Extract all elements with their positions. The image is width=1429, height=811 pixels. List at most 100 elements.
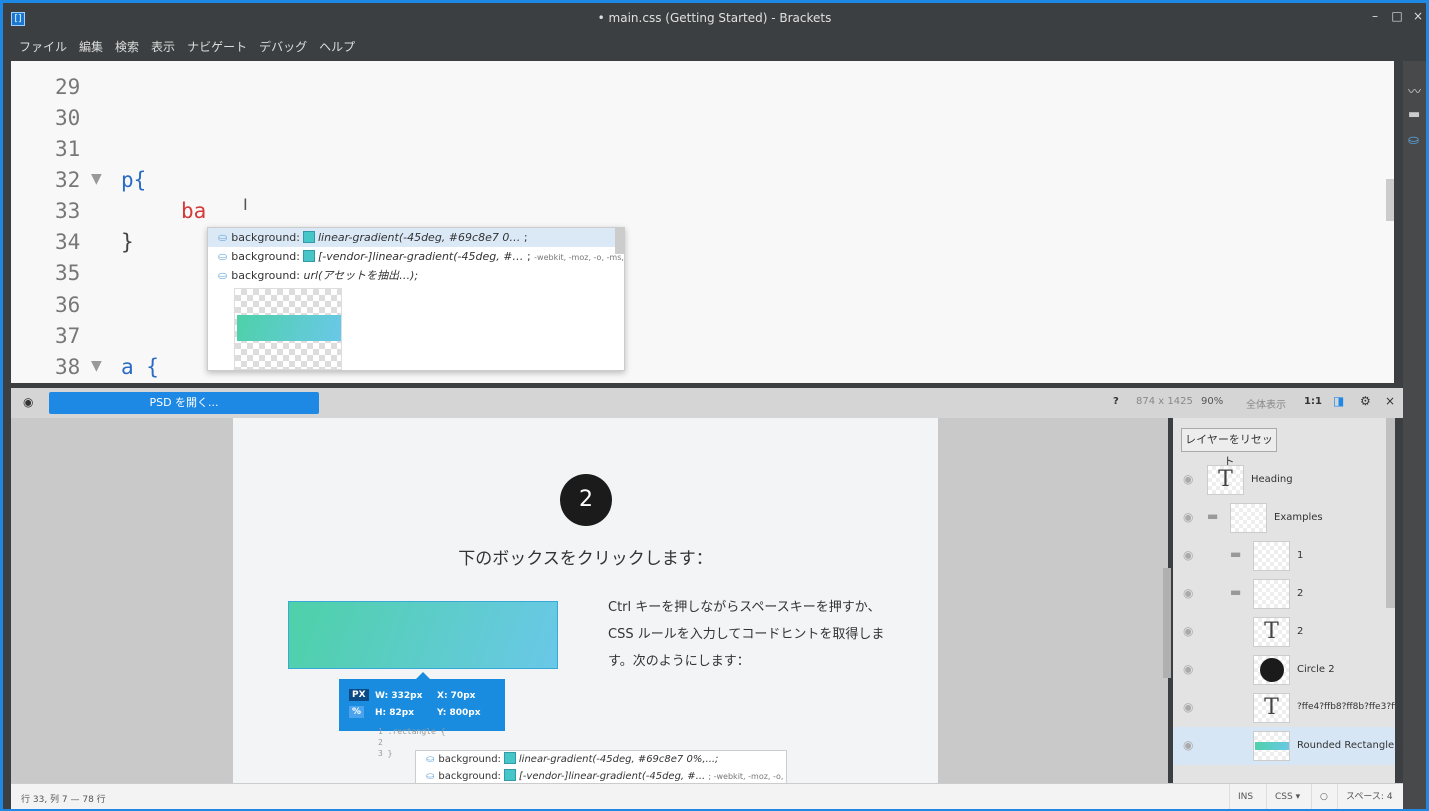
cursor-position[interactable]: 行 33, 列 7 — 78 行 <box>21 792 106 805</box>
layer-name: Examples <box>1274 512 1323 523</box>
line-number: 34 <box>55 230 81 254</box>
extract-icon[interactable]: ⛀ <box>1408 133 1419 148</box>
sample-hint-list: ⛀ background: linear-gradient(-45deg, #69c… <box>415 750 787 783</box>
height-value: H: 82px <box>375 708 415 718</box>
hint-item[interactable]: ⛀ background: linear-gradient(-45deg, #69c… <box>208 228 624 247</box>
fit-button[interactable]: 全体表示 <box>1246 396 1286 411</box>
layer-name: Rounded Rectangle <box>1297 740 1395 751</box>
help-icon[interactable]: ? <box>1113 396 1119 407</box>
circle-layer-thumb <box>1253 655 1290 685</box>
open-psd-button[interactable]: PSD を開く... <box>49 392 319 414</box>
measurement-popover: PX % W: 332px H: 82px X: 70px Y: 800px <box>339 672 505 731</box>
text-layer-thumb: T <box>1207 465 1244 495</box>
px-toggle[interactable]: PX <box>349 689 369 701</box>
text-cursor-icon: I <box>243 195 248 214</box>
layer-item-selected[interactable]: ◉ Rounded Rectangle <box>1173 727 1395 765</box>
layer-item[interactable]: ◉ T ?ffe4?ffb8?ff8b?ffe3?ff <box>1173 689 1395 727</box>
language-mode[interactable]: CSS ▾ <box>1266 784 1308 809</box>
layer-item[interactable]: ◉ Circle 2 <box>1173 651 1395 689</box>
layer-item[interactable]: ◉ ▬ 1 <box>1173 537 1395 575</box>
layer-item[interactable]: ◉ ▬ 2 <box>1173 575 1395 613</box>
layer-name: 1 <box>1297 550 1304 561</box>
eye-icon[interactable]: ◉ <box>1183 510 1193 524</box>
hint-item[interactable]: ⛀ background: url(アセットを抽出…); <box>208 266 624 285</box>
hint-value: linear-gradient(-45deg, #69c8e7 0… <box>318 231 521 244</box>
menu-file[interactable]: ファイル <box>13 36 73 58</box>
eye-icon[interactable]: ◉ <box>1183 662 1193 676</box>
step-title[interactable]: 下のボックスをクリックします： <box>233 544 938 569</box>
rounded-rectangle-layer[interactable] <box>288 601 558 669</box>
psd-canvas-view[interactable]: 2 下のボックスをクリックします： Ctrl キーを押しながらスペースキーを押す… <box>11 418 1168 783</box>
zoom-level[interactable]: 90% <box>1201 396 1223 407</box>
actual-size-button[interactable]: 1:1 <box>1304 396 1322 407</box>
code-editor[interactable]: 29 30 31 32 ▼ p{ 33 ba I 34 } 35 36 37 3… <box>11 61 1394 383</box>
group-thumb <box>1230 503 1267 533</box>
reset-layers-button[interactable]: レイヤーをリセット <box>1181 428 1277 468</box>
eye-icon[interactable]: ◉ <box>1183 738 1193 752</box>
hint-prop: background: <box>438 754 501 765</box>
extension-manager-icon[interactable]: ▬ <box>1408 107 1420 122</box>
window-title: • main.css (Getting Started) - Brackets <box>597 11 832 25</box>
menu-help[interactable]: ヘルプ <box>313 36 361 58</box>
canvas-scrollbar[interactable] <box>1163 568 1171 678</box>
code-line-33: ba <box>181 199 207 223</box>
eye-icon[interactable]: ◉ <box>1183 624 1193 638</box>
menu-view[interactable]: 表示 <box>145 36 181 58</box>
insert-mode[interactable]: INS <box>1229 784 1261 809</box>
hint-scrollbar[interactable] <box>615 228 624 254</box>
y-value: Y: 800px <box>437 708 481 718</box>
eye-icon[interactable]: ◉ <box>1183 548 1193 562</box>
right-toolbar: 〰 ▬ ⛀ <box>1403 61 1426 809</box>
hint-prop: background: <box>438 771 501 782</box>
line-number: 37 <box>55 324 81 348</box>
layers-scrollbar[interactable] <box>1386 418 1395 608</box>
menu-debug[interactable]: デバッグ <box>253 36 313 58</box>
text-layer-thumb: T <box>1253 617 1290 647</box>
linter-status-icon[interactable]: ○ <box>1311 784 1336 809</box>
eye-icon[interactable]: ◉ <box>1183 586 1193 600</box>
percent-toggle[interactable]: % <box>349 706 365 718</box>
indent-spaces[interactable]: スペース: 4 <box>1337 784 1401 809</box>
close-panel-button[interactable]: × <box>1385 394 1395 408</box>
title-bar: [] • main.css (Getting Started) - Bracke… <box>3 3 1426 36</box>
close-button[interactable]: × <box>1407 9 1426 23</box>
menu-find[interactable]: 検索 <box>109 36 145 58</box>
folder-open-icon[interactable]: ▬ <box>1230 585 1241 599</box>
layer-item[interactable]: ◉ ▬ Examples <box>1173 499 1395 537</box>
folder-icon[interactable]: ▬ <box>1230 547 1241 561</box>
layer-item[interactable]: ◉ T 2 <box>1173 613 1395 651</box>
code-line-32: p{ <box>121 168 147 192</box>
gear-icon[interactable]: ⚙ <box>1360 394 1371 408</box>
eye-icon[interactable]: ◉ <box>1183 700 1193 714</box>
editor-scrollbar[interactable] <box>1386 179 1394 221</box>
menu-edit[interactable]: 編集 <box>73 36 109 58</box>
minimize-button[interactable]: – <box>1364 9 1386 23</box>
width-value: W: 332px <box>375 691 423 701</box>
fold-arrow-icon[interactable]: ▼ <box>91 171 102 187</box>
layer-item[interactable]: ◉ T Heading <box>1173 461 1395 499</box>
rectangle-layer-thumb <box>1253 731 1290 761</box>
live-preview-icon[interactable]: 〰 <box>1408 81 1421 100</box>
instruction-text[interactable]: Ctrl キーを押しながらスペースキーを押すか、CSS ルールを入力してコードヒ… <box>608 594 898 675</box>
layer-hint-icon: ⛀ <box>426 754 435 765</box>
menu-navigate[interactable]: ナビゲート <box>181 36 253 58</box>
color-swatch <box>503 752 516 764</box>
line-number: 29 <box>55 75 81 99</box>
layer-name: Heading <box>1251 474 1293 485</box>
group-thumb <box>1253 541 1290 571</box>
psd-size: 874 x 1425 <box>1136 396 1193 407</box>
line-number: 35 <box>55 261 81 285</box>
split-view-icon[interactable]: ◨ <box>1333 394 1344 408</box>
fold-arrow-icon[interactable]: ▼ <box>91 358 102 374</box>
hint-item[interactable]: ⛀ background: [-vendor-]linear-gradient(-4… <box>208 247 624 266</box>
line-number: 32 <box>55 168 81 192</box>
maximize-button[interactable]: □ <box>1386 9 1408 23</box>
hint-prop: background: <box>231 250 300 263</box>
folder-open-icon[interactable]: ▬ <box>1207 509 1218 523</box>
step-circle[interactable]: 2 <box>560 474 612 526</box>
eye-icon[interactable]: ◉ <box>23 395 33 409</box>
eye-icon[interactable]: ◉ <box>1183 472 1193 486</box>
menu-bar: ファイル 編集 検索 表示 ナビゲート デバッグ ヘルプ <box>3 36 1426 61</box>
group-thumb <box>1253 579 1290 609</box>
code-hint-list: ⛀ background: linear-gradient(-45deg, #69c… <box>207 227 625 371</box>
